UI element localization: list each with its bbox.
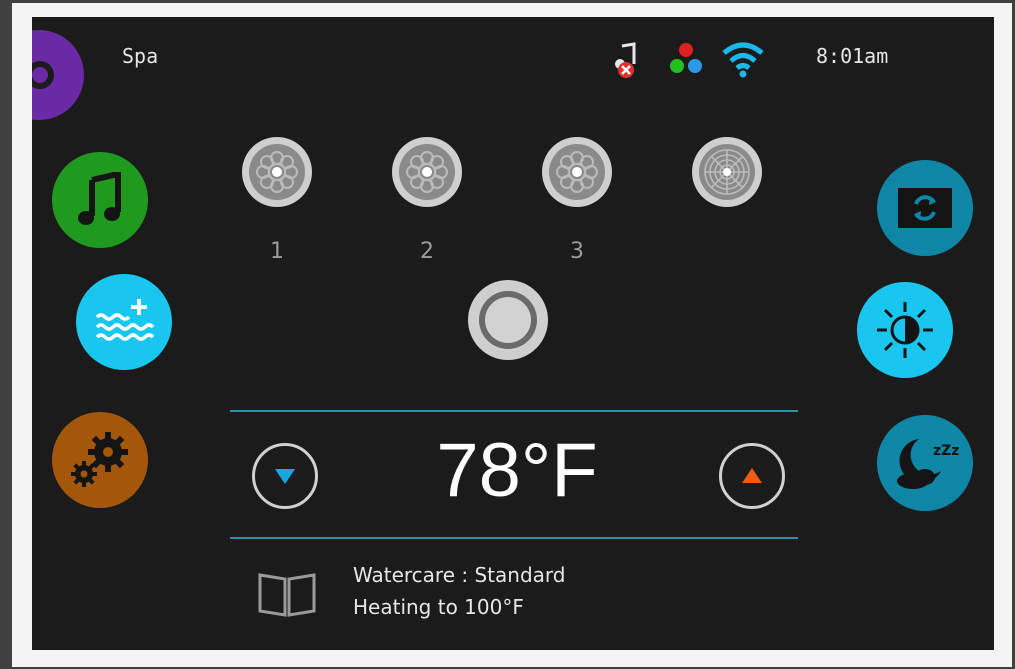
svg-text:zZz: zZz xyxy=(933,443,959,459)
light-ring-icon xyxy=(479,291,537,349)
jet-3-label: 3 xyxy=(570,239,584,264)
jet-1-label: 1 xyxy=(270,239,284,264)
jet-nozzle-icon xyxy=(699,144,755,200)
triangle-up-icon xyxy=(742,468,762,483)
jet-2-button[interactable] xyxy=(392,137,462,207)
profile-button[interactable] xyxy=(32,30,84,120)
moon-sleep-icon: zZz xyxy=(897,439,959,489)
light-button[interactable] xyxy=(468,280,548,360)
triangle-down-icon xyxy=(275,469,295,484)
music-muted-icon xyxy=(615,42,636,78)
heating-status: Heating to 100°F xyxy=(353,595,524,619)
spa-screen: Spa 8:01am zZz 1 2 3 78°F Watercare: St… xyxy=(32,17,994,650)
jet-nozzle-icon xyxy=(249,144,305,200)
brightness-button[interactable] xyxy=(857,282,953,378)
rgb-lights-icon xyxy=(670,43,702,73)
display-refresh-button[interactable] xyxy=(877,160,973,256)
jet-1-button[interactable] xyxy=(242,137,312,207)
music-button[interactable] xyxy=(52,152,148,248)
settings-button[interactable] xyxy=(52,412,148,508)
clock: 8:01am xyxy=(816,44,889,68)
jet-nozzle-icon xyxy=(399,144,455,200)
sleep-button[interactable]: zZz xyxy=(877,415,973,511)
book-icon[interactable] xyxy=(254,565,320,623)
brightness-icon xyxy=(877,302,933,358)
refresh-screen-icon xyxy=(898,188,952,228)
divider-top xyxy=(230,410,798,412)
watercare-status: Watercare : Standard xyxy=(353,563,566,587)
wifi-icon xyxy=(722,42,764,78)
water-fill-button[interactable] xyxy=(76,274,172,370)
jet-2-label: 2 xyxy=(420,239,434,264)
profile-icon xyxy=(32,61,54,89)
water-plus-icon xyxy=(95,299,155,341)
jet-4-button[interactable] xyxy=(692,137,762,207)
divider-bottom xyxy=(230,537,798,539)
music-note-icon xyxy=(78,172,121,225)
temperature-value: 78°F xyxy=(436,428,598,513)
gears-icon xyxy=(71,432,128,487)
temp-up-button[interactable] xyxy=(719,443,785,509)
temp-down-button[interactable] xyxy=(252,443,318,509)
jet-nozzle-icon xyxy=(549,144,605,200)
page-title: Spa xyxy=(122,44,159,68)
jet-3-button[interactable] xyxy=(542,137,612,207)
